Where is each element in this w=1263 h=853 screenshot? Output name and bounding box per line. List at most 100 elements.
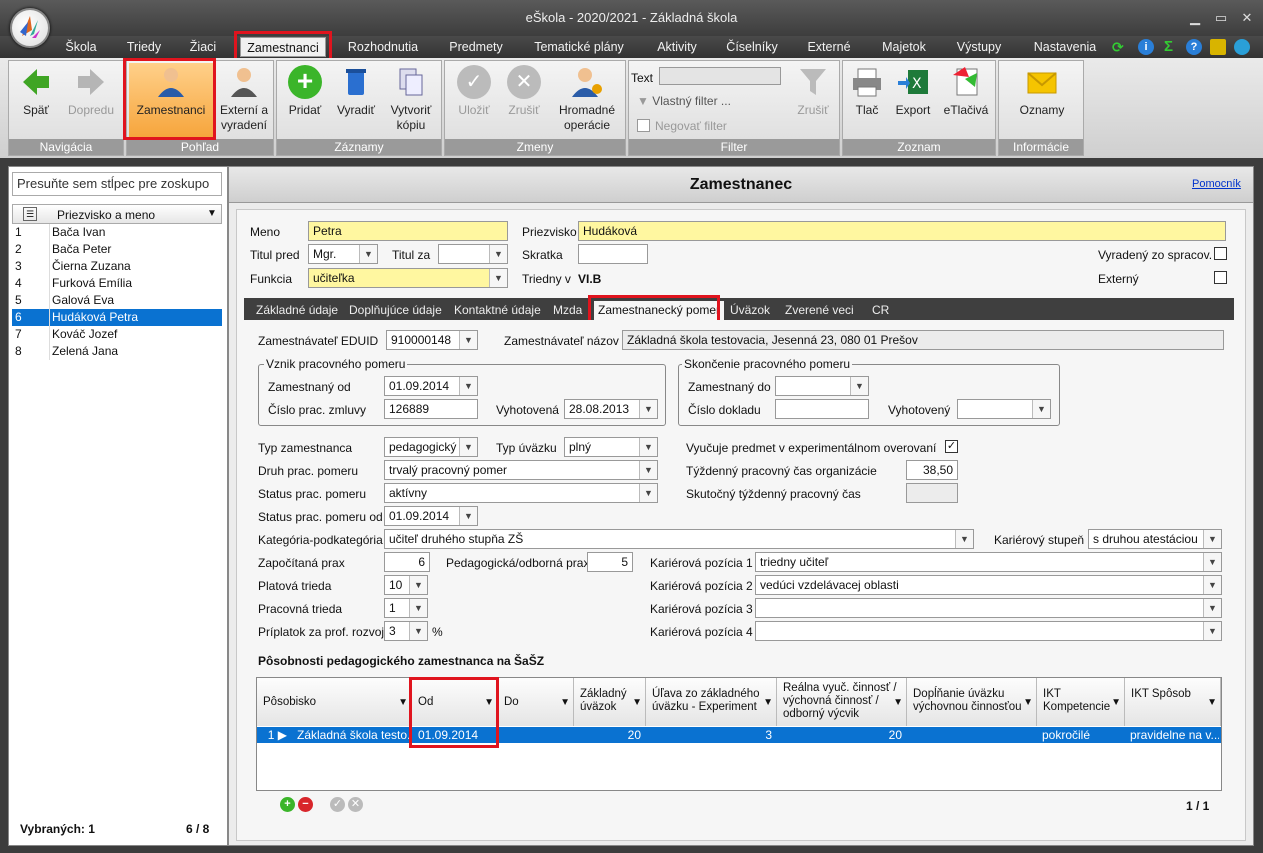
weekly-hours-field[interactable]: 38,50 bbox=[906, 460, 958, 480]
col-realna[interactable]: Reálna vyuč. činnosť / výchovná činnosť … bbox=[777, 678, 907, 726]
category-select[interactable]: učiteľ druhého stupňa ZŠ ▼ bbox=[384, 529, 974, 549]
list-item[interactable]: 4 Furková Emília bbox=[12, 275, 222, 292]
menu-triedy[interactable]: Triedy bbox=[118, 37, 170, 57]
col-ikt-sposob[interactable]: IKT Spôsob ▼ bbox=[1125, 678, 1221, 726]
tab-additional[interactable]: Doplňujúce údaje bbox=[345, 301, 446, 320]
cancel-button[interactable]: ✕ Zrušiť bbox=[499, 65, 549, 118]
negate-filter-checkbox[interactable] bbox=[637, 119, 650, 132]
employment-status-select[interactable]: aktívny ▼ bbox=[384, 483, 658, 503]
career-position-4-select[interactable]: ▼ bbox=[755, 621, 1222, 641]
work-class-select[interactable]: 1 ▼ bbox=[384, 598, 428, 618]
employed-to-date[interactable]: ▼ bbox=[775, 376, 869, 396]
workload-type-select[interactable]: plný ▼ bbox=[564, 437, 658, 457]
clear-filter-button[interactable]: Zrušiť bbox=[789, 65, 837, 118]
external-view-button[interactable]: Externí a vyradení bbox=[215, 65, 273, 133]
copy-button[interactable]: Vytvoriť kópiu bbox=[383, 65, 439, 133]
menu-predmety[interactable]: Predmety bbox=[440, 37, 512, 57]
add-button[interactable]: + Pridať bbox=[281, 65, 329, 118]
cell-ulava[interactable]: 3 bbox=[648, 727, 775, 743]
info-icon[interactable]: i bbox=[1138, 39, 1154, 55]
cell-do[interactable] bbox=[500, 727, 574, 743]
col-zakladny-uvazok[interactable]: Základný úväzok ▼ bbox=[574, 678, 646, 726]
first-name-field[interactable]: Petra bbox=[308, 221, 508, 241]
career-position-3-select[interactable]: ▼ bbox=[755, 598, 1222, 618]
tab-contact[interactable]: Kontaktné údaje bbox=[450, 301, 545, 320]
document-number-field[interactable] bbox=[775, 399, 869, 419]
end-issued-date[interactable]: ▼ bbox=[957, 399, 1051, 419]
contract-issued-date[interactable]: 28.08.2013 ▼ bbox=[564, 399, 658, 419]
col-ikt-kompetencie[interactable]: IKT Kompetencie ▼ bbox=[1037, 678, 1125, 726]
abbreviation-field[interactable] bbox=[578, 244, 648, 264]
eforms-button[interactable]: eTlačivá bbox=[939, 65, 993, 118]
menu-externe[interactable]: Externé bbox=[798, 37, 860, 57]
tab-cr[interactable]: CR bbox=[868, 301, 893, 320]
list-item[interactable]: 6 Hudáková Petra bbox=[12, 309, 222, 326]
employer-eduid-select[interactable]: 910000148 ▼ bbox=[386, 330, 478, 350]
employed-from-date[interactable]: 01.09.2014 ▼ bbox=[384, 376, 478, 396]
career-position-2-select[interactable]: vedúci vzdelávacej oblasti ▼ bbox=[755, 575, 1222, 595]
cell-doplnanie[interactable] bbox=[909, 727, 1035, 743]
filter-icon[interactable]: ▼ bbox=[207, 208, 217, 219]
cell-ikt-sposob[interactable]: pravidelne na v... bbox=[1127, 727, 1219, 743]
menu-rozhodnutia[interactable]: Rozhodnutia bbox=[340, 37, 426, 57]
remove-button[interactable]: Vyradiť bbox=[331, 65, 381, 118]
col-ulava[interactable]: Úľava zo základného úväzku - Experiment ▼ bbox=[646, 678, 777, 726]
notices-button[interactable]: Oznamy bbox=[1009, 65, 1075, 118]
status-from-date[interactable]: 01.09.2014 ▼ bbox=[384, 506, 478, 526]
contract-number-field[interactable]: 126889 bbox=[384, 399, 478, 419]
menu-tematicke-plany[interactable]: Tematické plány bbox=[526, 37, 632, 57]
cell-ikt-kompetencie[interactable]: pokročilé bbox=[1039, 727, 1125, 743]
tab-salary[interactable]: Mzda bbox=[549, 301, 586, 320]
export-button[interactable]: X Export bbox=[889, 65, 937, 118]
list-item[interactable]: 5 Galová Eva bbox=[12, 292, 222, 309]
cancel-row-icon[interactable]: ✕ bbox=[348, 797, 363, 812]
cell-realna[interactable]: 20 bbox=[779, 727, 905, 743]
list-item[interactable]: 2 Bača Peter bbox=[12, 241, 222, 258]
employee-type-select[interactable]: pedagogický ▼ bbox=[384, 437, 478, 457]
counted-practice-field[interactable]: 6 bbox=[384, 552, 430, 572]
tab-workload[interactable]: Úväzok bbox=[726, 301, 774, 320]
menu-ciselniky[interactable]: Číselníky bbox=[720, 37, 784, 57]
menu-majetok[interactable]: Majetok bbox=[872, 37, 936, 57]
group-by-area[interactable]: Presuňte sem stĺpec pre zoskupo bbox=[12, 172, 222, 196]
career-position-1-select[interactable]: triedny učiteľ ▼ bbox=[755, 552, 1222, 572]
list-item[interactable]: 3 Čierna Zuzana bbox=[12, 258, 222, 275]
excluded-checkbox[interactable] bbox=[1214, 247, 1227, 260]
column-name-header[interactable]: Priezvisko a meno bbox=[57, 208, 155, 222]
tab-basic[interactable]: Základné údaje bbox=[252, 301, 342, 320]
pedagogical-practice-field[interactable]: 5 bbox=[587, 552, 633, 572]
menu-aktivity[interactable]: Aktivity bbox=[646, 37, 708, 57]
col-posobisko[interactable]: Pôsobisko ▼ bbox=[257, 678, 412, 726]
salary-class-select[interactable]: 10 ▼ bbox=[384, 575, 428, 595]
minimize-icon[interactable]: ▁ bbox=[1186, 10, 1204, 26]
list-item[interactable]: 7 Kováč Jozef bbox=[12, 326, 222, 343]
last-name-field[interactable]: Hudáková bbox=[578, 221, 1226, 241]
menu-ziaci[interactable]: Žiaci bbox=[180, 37, 226, 57]
column-chooser-icon[interactable]: ☰ bbox=[23, 207, 37, 221]
web-icon[interactable] bbox=[1234, 39, 1250, 55]
experimental-checkbox[interactable]: ✓ bbox=[945, 440, 958, 453]
sigma-icon[interactable]: Σ bbox=[1164, 38, 1180, 55]
print-button[interactable]: Tlač bbox=[847, 65, 887, 118]
remove-row-icon[interactable]: − bbox=[298, 797, 313, 812]
tab-entrusted[interactable]: Zverené veci bbox=[781, 301, 858, 320]
refresh-icon[interactable]: ⟳ bbox=[1112, 39, 1128, 55]
list-item[interactable]: 8 Zelená Jana bbox=[12, 343, 222, 360]
cell-posobisko[interactable]: Základná škola testo... bbox=[294, 727, 412, 743]
add-row-icon[interactable]: + bbox=[280, 797, 295, 812]
bulk-operations-button[interactable]: Hromadné operácie bbox=[551, 65, 623, 133]
forward-button[interactable]: Dopredu bbox=[61, 65, 121, 118]
menu-nastavenia[interactable]: Nastavenia bbox=[1028, 37, 1102, 57]
career-level-select[interactable]: s druhou atestáciou ▼ bbox=[1088, 529, 1222, 549]
title-after-select[interactable]: ▼ bbox=[438, 244, 508, 264]
function-select[interactable]: učiteľka ▼ bbox=[308, 268, 508, 288]
cell-zakladny[interactable]: 20 bbox=[576, 727, 644, 743]
menu-vystupy[interactable]: Výstupy bbox=[948, 37, 1010, 57]
col-doplnanie[interactable]: Dopĺňanie úväzku výchovnou činnosťou ▼ bbox=[907, 678, 1037, 726]
maximize-icon[interactable]: ▭ bbox=[1212, 10, 1230, 26]
help-link[interactable]: Pomocník bbox=[1192, 178, 1241, 190]
close-icon[interactable]: ✕ bbox=[1238, 10, 1256, 26]
employment-kind-select[interactable]: trvalý pracovný pomer ▼ bbox=[384, 460, 658, 480]
save-button[interactable]: ✓ Uložiť bbox=[449, 65, 499, 118]
custom-filter-link[interactable]: ▼ Vlastný filter ... bbox=[637, 94, 731, 108]
